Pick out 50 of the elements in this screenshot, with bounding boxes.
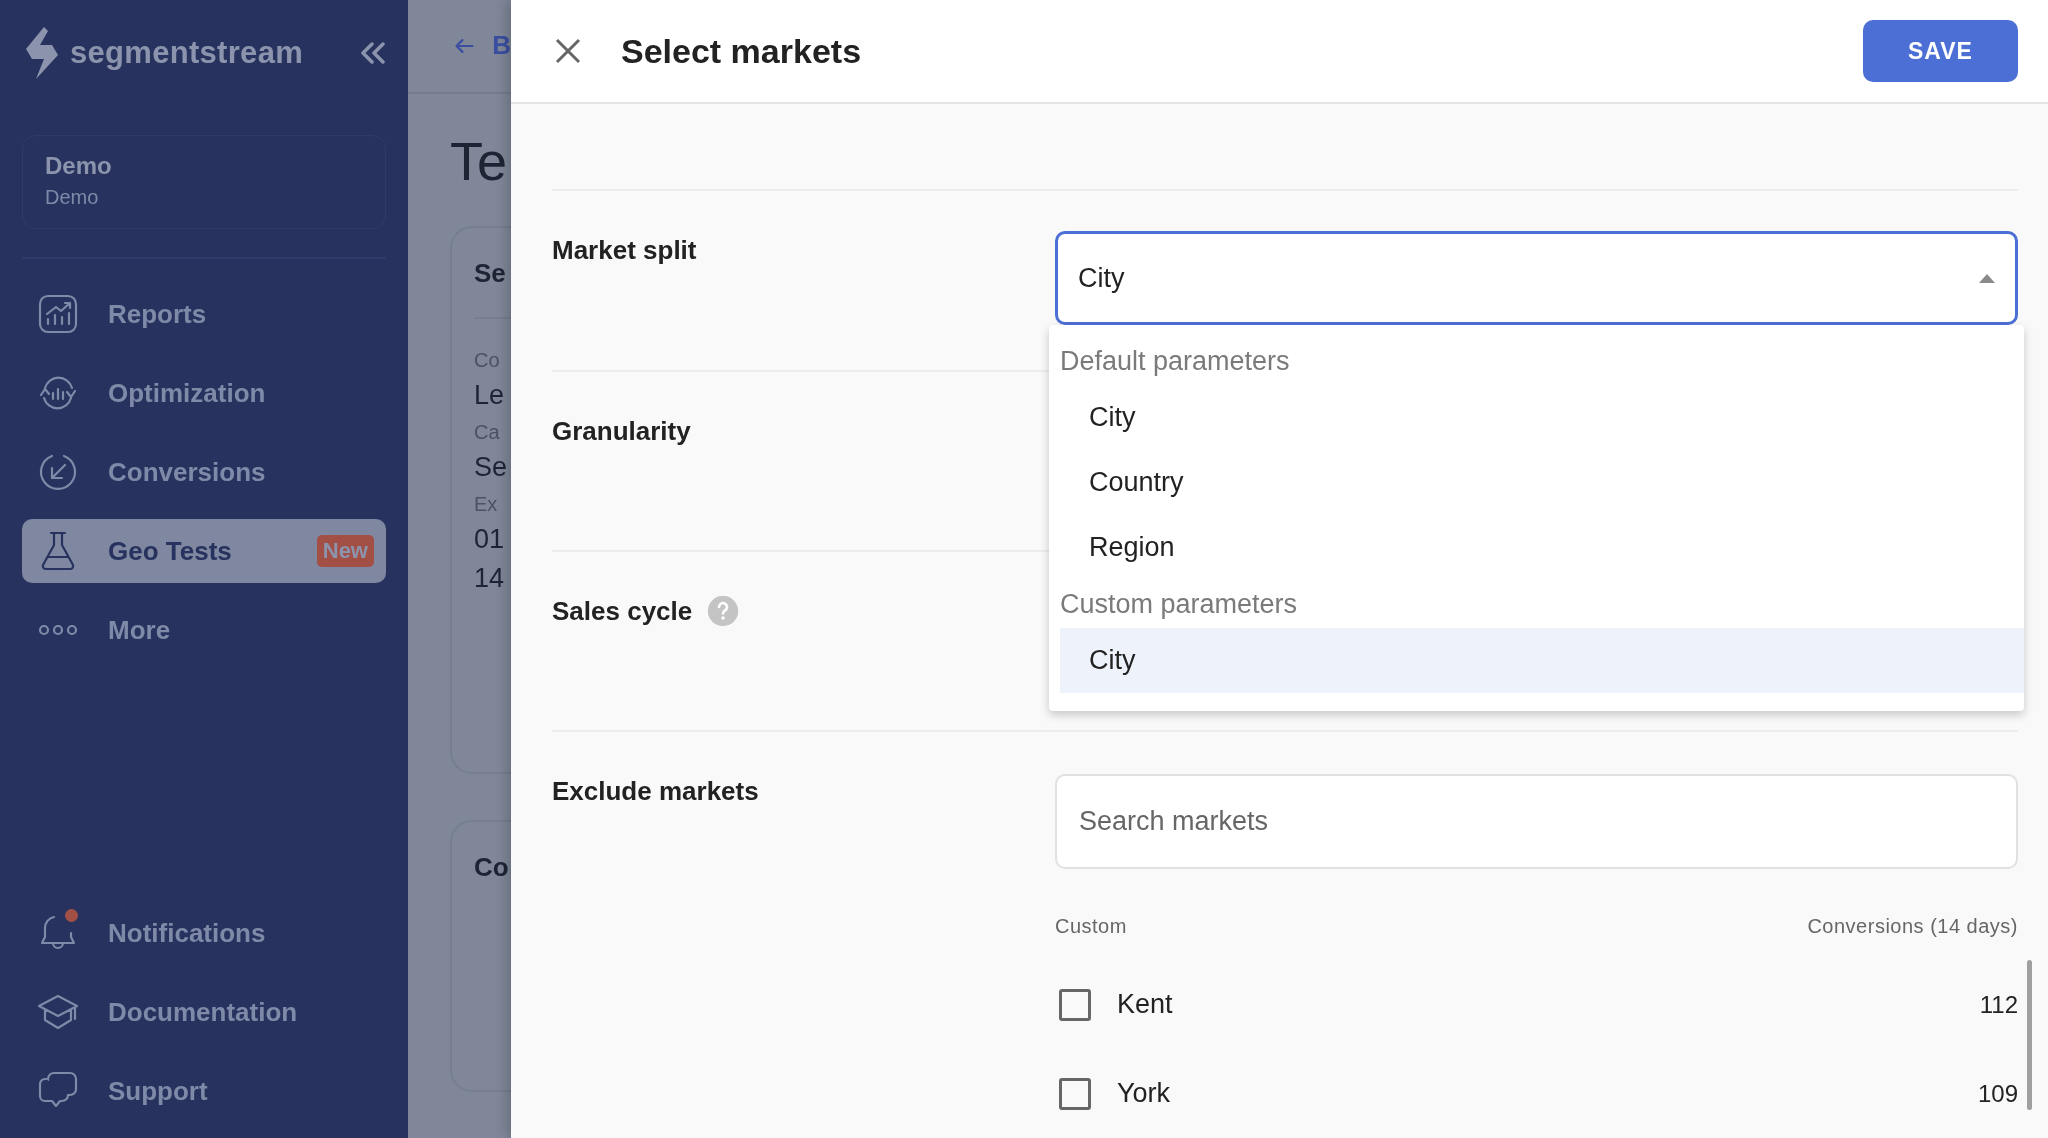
nav-item[interactable]: More (22, 598, 386, 662)
nav-item[interactable]: Support (22, 1059, 386, 1123)
checkbox[interactable] (1059, 1077, 1091, 1110)
column-heading: Custom (1055, 915, 1127, 938)
nav-item[interactable]: Geo Tests New (22, 519, 386, 583)
market-name: York (1117, 1078, 1172, 1109)
collapse-icon[interactable] (360, 41, 386, 64)
market-name: Kent (1117, 989, 1174, 1020)
card-title: Se (474, 258, 507, 289)
new-badge: New (316, 535, 374, 567)
more-icon (38, 623, 78, 637)
graduation-cap-icon (37, 994, 79, 1030)
nav-item[interactable]: Reports (22, 282, 386, 346)
flask-icon (39, 531, 77, 571)
save-button[interactable]: SAVE (1863, 20, 2018, 82)
field-label: Sales cycle (552, 596, 693, 627)
menu-option[interactable]: Region (1060, 515, 2024, 580)
card-field-value: Le (474, 380, 506, 411)
back-link[interactable]: B (492, 30, 511, 62)
nav-item[interactable]: Conversions (22, 440, 386, 504)
column-heading: Conversions (14 days) (1807, 915, 2018, 938)
group-heading: Custom parameters (1060, 587, 1299, 621)
drawer-title: Select markets (621, 31, 863, 71)
scrollbar[interactable] (2027, 960, 2032, 1110)
nav-item[interactable]: Notifications (22, 901, 386, 965)
nav-item[interactable]: Documentation (22, 980, 386, 1044)
menu-option[interactable]: City (1060, 385, 2024, 450)
conversion-count: 109 (1977, 1079, 2018, 1108)
conversion-count: 112 (1979, 990, 2018, 1019)
field-label: Exclude markets (552, 776, 759, 807)
logo-text: segmentstream (70, 34, 305, 71)
workspace-card[interactable]: Demo Demo (22, 135, 386, 229)
checkbox[interactable] (1059, 988, 1091, 1021)
close-icon[interactable] (555, 38, 581, 64)
workspace-subtitle: Demo (45, 186, 100, 209)
nav-item[interactable]: Optimization (22, 361, 386, 425)
workspace-name: Demo (45, 152, 113, 180)
card-field-value: 01 (474, 524, 506, 555)
arrow-circle-icon (38, 452, 78, 492)
page-title: Te (450, 130, 509, 192)
menu-option[interactable]: Country (1060, 450, 2024, 515)
field-label: Granularity (552, 416, 691, 447)
chart-icon (38, 294, 78, 334)
card-field-value: 14 (474, 563, 506, 594)
card-field-value: Se (474, 452, 509, 483)
card-title: Co (474, 852, 510, 884)
group-heading: Default parameters (1060, 344, 1291, 378)
search-field[interactable]: Search markets (1055, 774, 2018, 869)
field-label: Market split (552, 235, 697, 266)
menu-option[interactable]: City (1060, 628, 2024, 693)
